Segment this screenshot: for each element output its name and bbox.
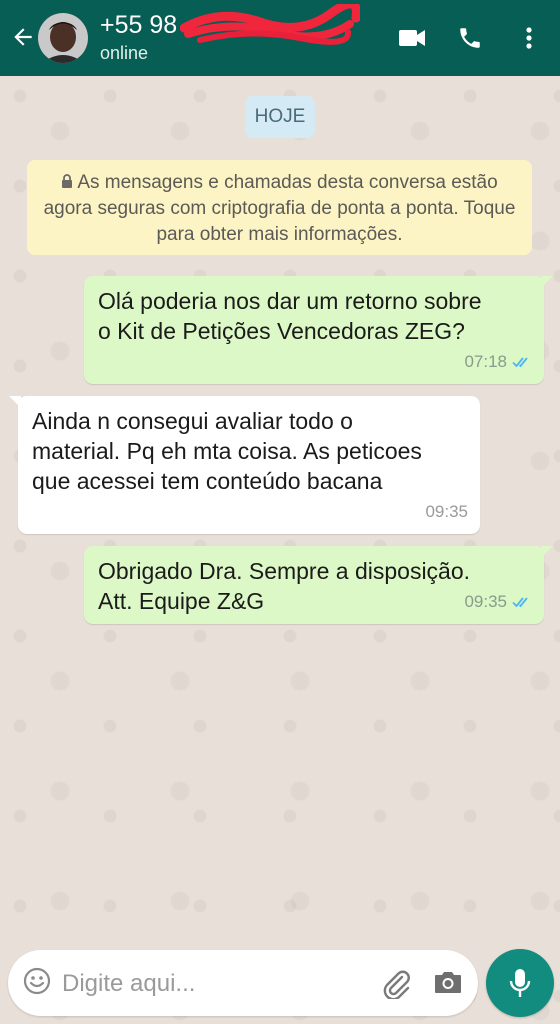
message-time: 07:18 [464,352,507,371]
redaction-scribble [180,4,360,45]
message-composer [8,950,478,1016]
voice-message-button[interactable] [486,949,554,1017]
message-time: 09:35 [425,502,468,521]
voice-call-button[interactable] [454,22,486,54]
message-meta: 09:35 [464,587,532,617]
encryption-notice-text: As mensagens e chamadas desta conversa e… [43,172,516,245]
message-bubble-outgoing[interactable]: Olá poderia nos dar um retorno sobre o K… [84,276,553,384]
message-input[interactable] [60,964,374,1004]
message-meta: 09:35 [425,497,468,527]
message-bubble-outgoing[interactable]: Obrigado Dra. Sempre a disposição. Att. … [84,546,553,624]
camera-button[interactable] [433,968,463,1001]
contact-name[interactable]: +55 98 [100,11,177,40]
emoji-button[interactable] [22,966,52,1001]
chat-header: +55 98 online [0,0,560,76]
microphone-icon [509,969,531,997]
date-label: HOJE [245,96,315,138]
phone-icon [460,28,480,48]
message-time: 09:35 [464,592,507,611]
double-check-icon [512,597,528,608]
contact-status: online [100,43,149,63]
video-call-button[interactable] [396,22,428,54]
message-meta: 07:18 [464,347,532,377]
attach-button[interactable] [380,967,412,1004]
arrow-left-icon [14,28,32,46]
message-bubble-incoming[interactable]: Ainda n consegui avaliar todo o material… [9,396,480,534]
contact-avatar[interactable] [38,13,88,63]
message-text: Ainda n consegui avaliar todo o material… [32,408,422,494]
emoji-icon [23,967,51,995]
more-options-button[interactable] [518,22,540,54]
encryption-notice[interactable]: As mensagens e chamadas desta conversa e… [27,160,532,255]
back-button[interactable] [8,22,38,52]
double-check-icon [512,357,528,368]
lock-icon [62,174,73,188]
paperclip-icon [383,970,410,1001]
video-camera-icon [399,30,425,46]
camera-icon [435,972,461,993]
more-vertical-icon [526,27,532,49]
message-text: Olá poderia nos dar um retorno sobre o K… [98,288,482,344]
